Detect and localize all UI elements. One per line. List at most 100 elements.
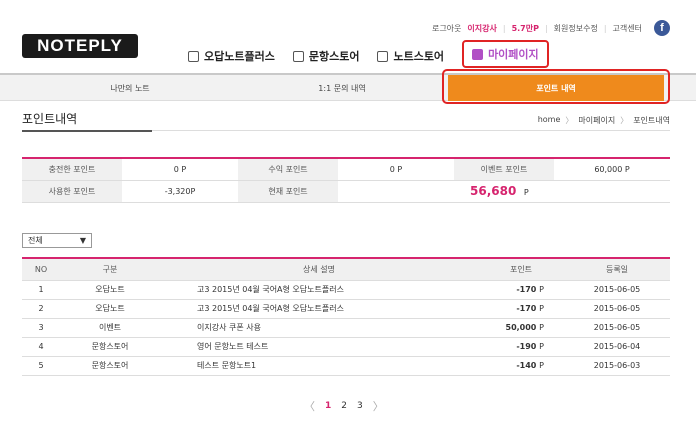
nav-label: 노트스토어	[393, 50, 445, 63]
main-nav: 오답노트플러스 문항스토어 노트스토어 마이페이지	[188, 40, 549, 68]
row-points: -170 P	[478, 280, 564, 300]
row-type: 문항스토어	[60, 356, 160, 376]
charged-points-value: 0 P	[122, 158, 238, 181]
nav-label: 마이페이지	[488, 48, 539, 61]
charged-points-label: 충전한 포인트	[22, 158, 122, 181]
row-no: 1	[22, 280, 60, 300]
note-icon	[188, 50, 199, 62]
cart-icon	[377, 50, 389, 62]
top-utility-menu: 로그아웃 이지강사 | 5.7만P | 회원정보수정 | 고객센터 f	[432, 20, 670, 36]
page-title: 포인트내역	[22, 112, 78, 126]
row-no: 2	[22, 299, 60, 319]
col-no: NO	[22, 258, 60, 281]
current-points-cell: 56,680 P	[338, 180, 670, 203]
earned-points-value: 0 P	[338, 158, 454, 181]
nav-note-store[interactable]: 노트스토어	[377, 48, 444, 64]
highlight-box	[442, 69, 670, 104]
points-amount: -190	[516, 342, 537, 351]
point-summary-table: 충전한 포인트 0 P 수익 포인트 0 P 이벤트 포인트 60,000 P …	[22, 157, 670, 203]
point-history-table: NO 구분 상세 설명 포인트 등록일 1 오답노트 고3 2015년 04월 …	[22, 257, 670, 376]
facebook-icon[interactable]: f	[654, 20, 670, 36]
table-row: 3 이벤트 이지강사 쿠폰 사용 50,000 P 2015-06-05	[22, 318, 670, 338]
current-points-label: 현재 포인트	[238, 180, 338, 203]
prev-page-button[interactable]: 〈	[304, 398, 315, 414]
pagination: 〈 1 2 3 〉	[304, 398, 384, 414]
row-points: 50,000 P	[478, 318, 564, 338]
col-points: 포인트	[478, 258, 564, 281]
row-date: 2015-06-05	[564, 318, 670, 338]
breadcrumb: home 〉 마이페이지 〉 포인트내역	[538, 115, 670, 126]
row-desc: 테스트 문항노트1	[160, 356, 478, 376]
row-no: 3	[22, 318, 60, 338]
subnav-my-notes[interactable]: 나만의 노트	[50, 75, 210, 101]
divider	[22, 130, 152, 132]
row-no: 5	[22, 356, 60, 376]
points-unit: P	[539, 285, 544, 294]
used-points-label: 사용한 포인트	[22, 180, 122, 203]
col-desc: 상세 설명	[160, 258, 478, 281]
row-date: 2015-06-04	[564, 337, 670, 357]
col-type: 구분	[60, 258, 160, 281]
checklist-icon	[292, 50, 304, 62]
event-points-label: 이벤트 포인트	[454, 158, 554, 181]
chevron-right-icon: 〉	[565, 116, 574, 125]
event-points-value: 60,000 P	[554, 158, 670, 181]
row-desc: 영어 문항노트 테스트	[160, 337, 478, 357]
points-amount: -140	[516, 361, 537, 370]
row-date: 2015-06-03	[564, 356, 670, 376]
nav-wrong-note-plus[interactable]: 오답노트플러스	[188, 48, 275, 64]
current-points-value: 56,680	[470, 184, 517, 198]
nav-label: 문항스토어	[308, 50, 360, 63]
row-date: 2015-06-05	[564, 280, 670, 300]
earned-points-label: 수익 포인트	[238, 158, 338, 181]
logout-link[interactable]: 로그아웃	[432, 23, 461, 34]
member-edit-link[interactable]: 회원정보수정	[554, 23, 598, 34]
row-type: 오답노트	[60, 280, 160, 300]
user-points[interactable]: 5.7만P	[512, 23, 539, 34]
breadcrumb-mypage[interactable]: 마이페이지	[578, 115, 615, 126]
row-desc: 고3 2015년 04월 국어A형 오답노트플러스	[160, 280, 478, 300]
points-unit: P	[539, 304, 544, 313]
nav-mypage[interactable]: 마이페이지	[462, 40, 549, 68]
row-type: 오답노트	[60, 299, 160, 319]
next-page-button[interactable]: 〉	[373, 398, 384, 414]
table-header: NO 구분 상세 설명 포인트 등록일	[22, 258, 670, 281]
breadcrumb-home[interactable]: home	[538, 115, 561, 126]
row-points: -140 P	[478, 356, 564, 376]
logo[interactable]: NOTEPLY	[22, 34, 138, 58]
row-no: 4	[22, 337, 60, 357]
points-amount: 50,000	[505, 323, 537, 332]
breadcrumb-current: 포인트내역	[633, 116, 670, 125]
chevron-right-icon: 〉	[620, 116, 629, 125]
points-amount: -170	[516, 304, 537, 313]
table-row: 2 오답노트 고3 2015년 04월 국어A형 오답노트플러스 -170 P …	[22, 299, 670, 319]
points-unit: P	[539, 342, 544, 351]
table-row: 4 문항스토어 영어 문항노트 테스트 -190 P 2015-06-04	[22, 337, 670, 357]
filter-value: 전체	[28, 236, 43, 245]
row-type: 문항스토어	[60, 337, 160, 357]
user-name: 이지강사	[467, 23, 497, 33]
subnav-qna-history[interactable]: 1:1 문의 내역	[262, 75, 422, 101]
row-points: -170 P	[478, 299, 564, 319]
points-unit: P	[539, 361, 544, 370]
row-desc: 이지강사 쿠폰 사용	[160, 318, 478, 338]
row-desc: 고3 2015년 04월 국어A형 오답노트플러스	[160, 299, 478, 319]
page-1-link[interactable]: 1	[325, 401, 331, 411]
row-date: 2015-06-05	[564, 299, 670, 319]
used-points-value: -3,320P	[122, 180, 238, 203]
nav-question-store[interactable]: 문항스토어	[292, 48, 360, 64]
nav-label: 오답노트플러스	[204, 50, 275, 63]
caret-down-icon: ▼	[79, 236, 86, 245]
col-date: 등록일	[564, 258, 670, 281]
current-points-unit: P	[523, 188, 529, 197]
row-type: 이벤트	[60, 318, 160, 338]
type-filter-select[interactable]: 전체 ▼	[22, 233, 92, 248]
support-link[interactable]: 고객센터	[613, 23, 642, 34]
page-3-link[interactable]: 3	[357, 401, 363, 411]
table-row: 5 문항스토어 테스트 문항노트1 -140 P 2015-06-03	[22, 356, 670, 376]
row-points: -190 P	[478, 337, 564, 357]
points-amount: -170	[516, 285, 537, 294]
page-2-link[interactable]: 2	[341, 401, 347, 411]
mypage-icon	[472, 48, 484, 60]
table-row: 1 오답노트 고3 2015년 04월 국어A형 오답노트플러스 -170 P …	[22, 280, 670, 300]
